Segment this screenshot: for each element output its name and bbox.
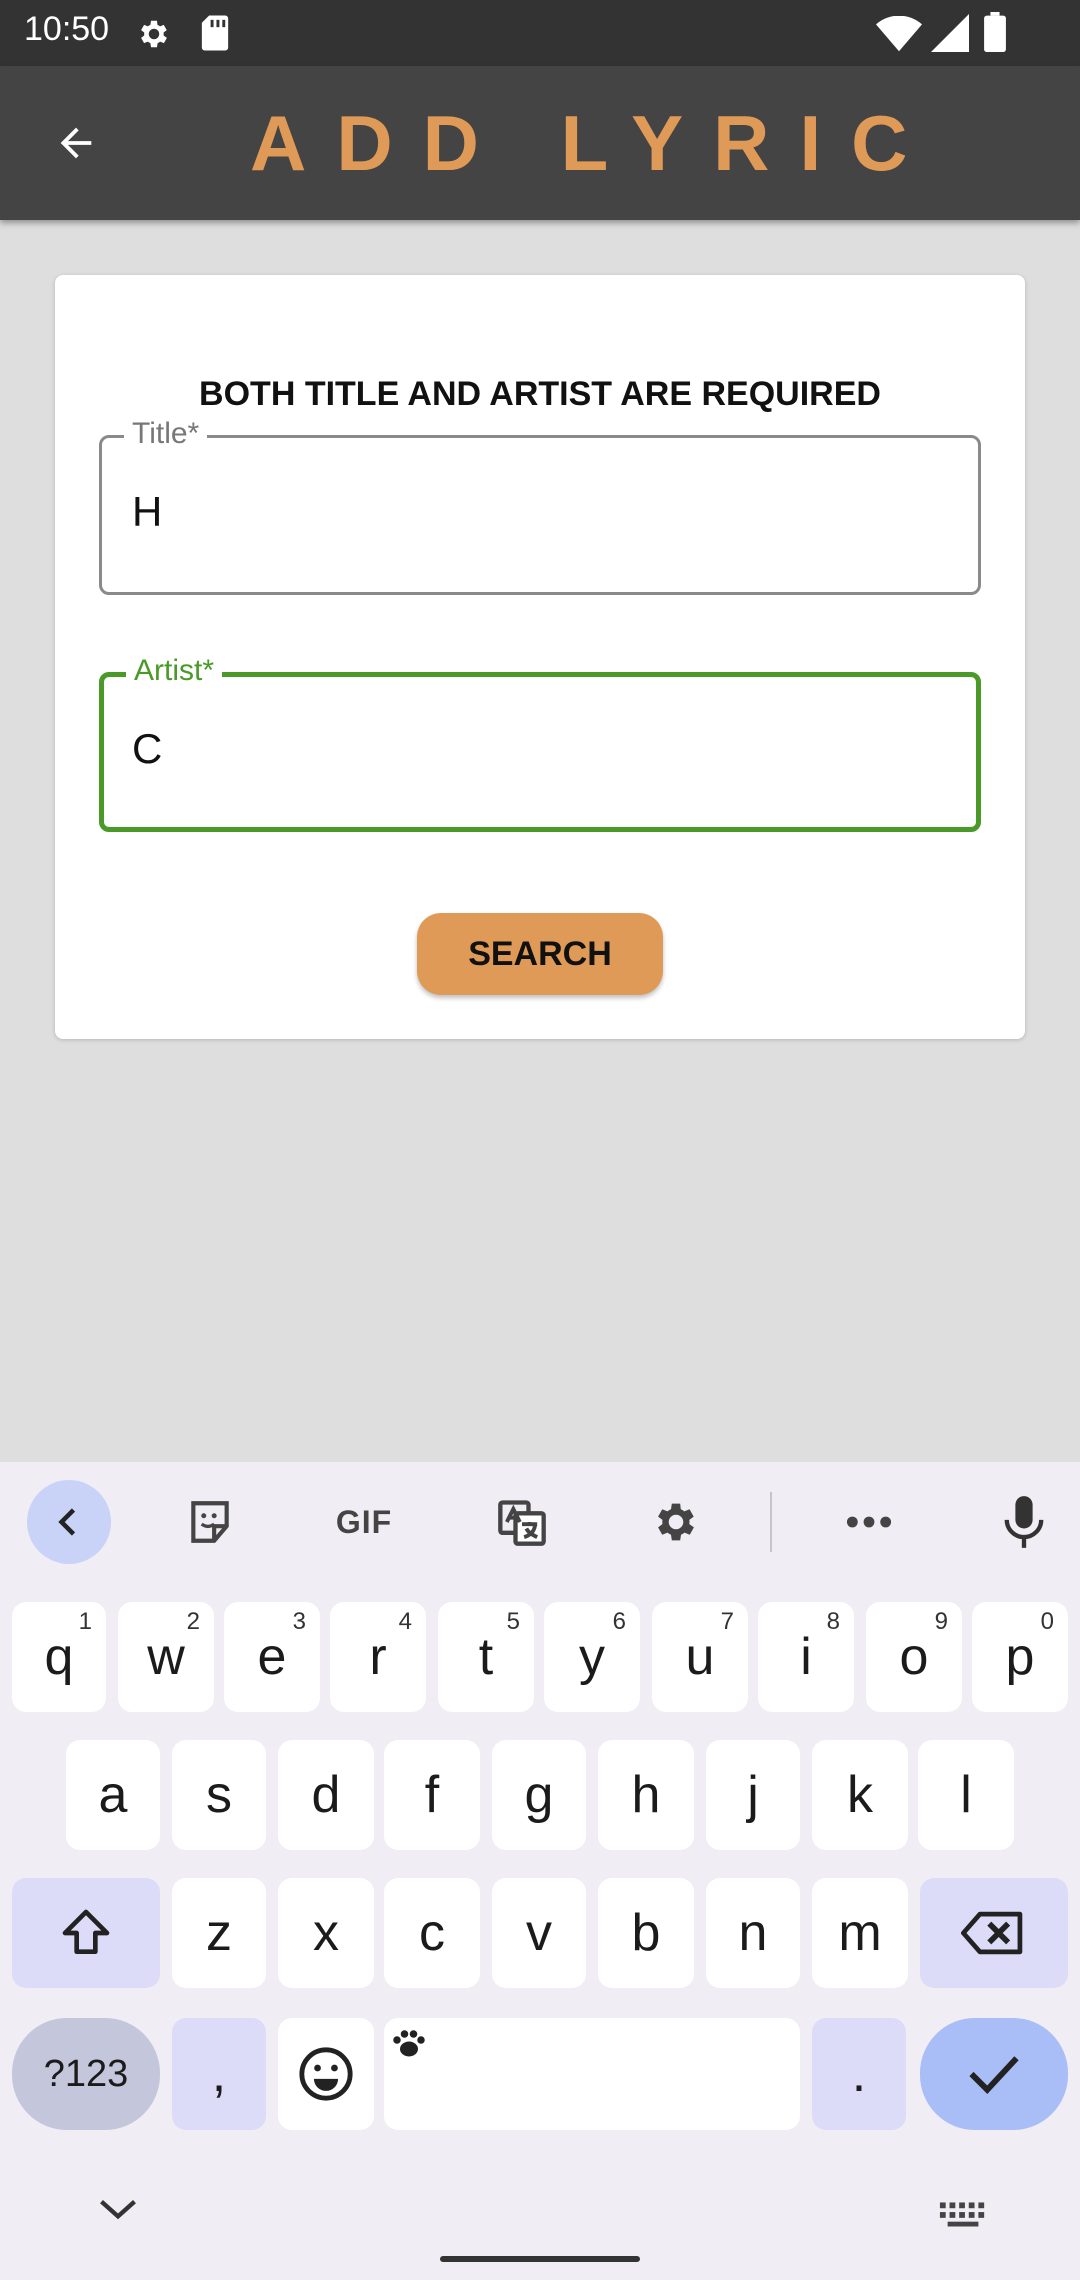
key-d[interactable]: d bbox=[278, 1740, 374, 1850]
key-hint: 2 bbox=[186, 1608, 200, 1635]
navigation-handle[interactable] bbox=[440, 2256, 640, 2262]
key-label: u bbox=[685, 1628, 715, 1686]
title-field-label: Title* bbox=[124, 414, 208, 454]
key-h[interactable]: h bbox=[598, 1740, 694, 1850]
sd-card-icon bbox=[201, 15, 229, 51]
key-hint: 7 bbox=[720, 1608, 734, 1635]
paw-icon bbox=[393, 2030, 425, 2057]
comma-key[interactable]: , bbox=[172, 2018, 266, 2130]
artist-field-label: Artist* bbox=[126, 651, 223, 691]
artist-field[interactable]: Artist* C bbox=[99, 651, 981, 832]
key-v[interactable]: v bbox=[492, 1878, 586, 1988]
key-label: o bbox=[899, 1628, 929, 1686]
artist-input[interactable]: C bbox=[132, 725, 932, 773]
key-hint: 8 bbox=[826, 1608, 840, 1635]
key-label: w bbox=[147, 1628, 185, 1686]
key-a[interactable]: a bbox=[66, 1740, 160, 1850]
key-label: e bbox=[257, 1628, 287, 1686]
keyboard-settings-button[interactable] bbox=[634, 1480, 718, 1564]
chevron-down-icon[interactable] bbox=[96, 2194, 140, 2224]
key-hint: 9 bbox=[934, 1608, 948, 1635]
key-hint: 0 bbox=[1040, 1608, 1054, 1635]
settings-icon bbox=[658, 1503, 694, 1541]
more-icon bbox=[846, 1516, 892, 1528]
key-k[interactable]: k bbox=[812, 1740, 908, 1850]
title-input[interactable]: H bbox=[132, 488, 932, 536]
toolbar-divider bbox=[770, 1492, 772, 1552]
emoji-icon bbox=[299, 2047, 353, 2101]
key-label: y bbox=[579, 1628, 605, 1686]
status-bar: 10:50 bbox=[0, 0, 1080, 66]
key-p[interactable]: p0 bbox=[972, 1602, 1068, 1712]
key-o[interactable]: o9 bbox=[866, 1602, 962, 1712]
check-icon bbox=[969, 2056, 1019, 2094]
add-lyric-form-card: BOTH TITLE AND ARTIST ARE REQUIRED Title… bbox=[55, 275, 1025, 1039]
gif-label: GIF bbox=[335, 1503, 393, 1540]
key-j[interactable]: j bbox=[706, 1740, 800, 1850]
voice-input-button[interactable] bbox=[982, 1480, 1066, 1564]
space-key[interactable] bbox=[384, 2018, 800, 2130]
key-i[interactable]: i8 bbox=[758, 1602, 854, 1712]
key-w[interactable]: w2 bbox=[118, 1602, 214, 1712]
emoji-key[interactable] bbox=[278, 2018, 374, 2130]
keyboard-toolbar: GIF bbox=[0, 1462, 1080, 1582]
translate-icon bbox=[498, 1500, 546, 1546]
key-hint: 6 bbox=[612, 1608, 626, 1635]
key-label: i bbox=[800, 1628, 812, 1686]
key-c[interactable]: c bbox=[384, 1878, 480, 1988]
key-z[interactable]: z bbox=[172, 1878, 266, 1988]
app-bar: ADD LYRIC bbox=[0, 66, 1080, 220]
chevron-left-icon bbox=[58, 1508, 76, 1536]
key-b[interactable]: b bbox=[598, 1878, 694, 1988]
arrow-back-icon bbox=[60, 127, 92, 159]
key-label: r bbox=[369, 1628, 387, 1686]
key-hint: 1 bbox=[78, 1608, 92, 1635]
enter-key[interactable] bbox=[920, 2018, 1068, 2130]
page-title: ADD LYRIC bbox=[250, 99, 938, 187]
key-x[interactable]: x bbox=[278, 1878, 374, 1988]
key-n[interactable]: n bbox=[706, 1878, 800, 1988]
shift-icon bbox=[62, 1909, 110, 1954]
period-key[interactable]: . bbox=[812, 2018, 906, 2130]
signal-icon bbox=[931, 14, 969, 52]
key-g[interactable]: g bbox=[492, 1740, 586, 1850]
sticker-button[interactable] bbox=[168, 1480, 252, 1564]
symbols-key[interactable]: ?123 bbox=[12, 2018, 160, 2130]
key-l[interactable]: l bbox=[918, 1740, 1014, 1850]
key-hint: 3 bbox=[292, 1608, 306, 1635]
key-q[interactable]: q1 bbox=[12, 1602, 106, 1712]
status-time: 10:50 bbox=[24, 10, 110, 48]
key-label: p bbox=[1005, 1628, 1035, 1686]
search-button[interactable]: SEARCH bbox=[417, 913, 663, 995]
key-hint: 4 bbox=[398, 1608, 412, 1635]
gear-icon bbox=[141, 20, 167, 48]
key-label: q bbox=[44, 1628, 74, 1686]
sticker-icon bbox=[191, 1501, 229, 1543]
form-heading: BOTH TITLE AND ARTIST ARE REQUIRED bbox=[199, 375, 881, 413]
translate-button[interactable] bbox=[480, 1480, 564, 1564]
title-field[interactable]: Title* H bbox=[99, 414, 981, 595]
shift-key[interactable] bbox=[12, 1878, 160, 1988]
backspace-key[interactable] bbox=[920, 1878, 1068, 1988]
key-u[interactable]: u7 bbox=[652, 1602, 748, 1712]
wifi-icon bbox=[876, 16, 922, 52]
key-t[interactable]: t5 bbox=[438, 1602, 534, 1712]
battery-icon bbox=[984, 12, 1006, 52]
soft-keyboard: GIF q1 w2 e3 r4 t5 y6 u7 i8 o9 p0 a s d … bbox=[0, 1462, 1080, 2280]
keyboard-switch-icon[interactable] bbox=[938, 2200, 988, 2228]
mic-icon bbox=[1004, 1496, 1044, 1548]
backspace-icon bbox=[961, 1911, 1023, 1955]
keyboard-collapse-button[interactable] bbox=[27, 1480, 111, 1564]
key-s[interactable]: s bbox=[172, 1740, 266, 1850]
key-hint: 5 bbox=[506, 1608, 520, 1635]
key-y[interactable]: y6 bbox=[544, 1602, 640, 1712]
key-m[interactable]: m bbox=[812, 1878, 908, 1988]
key-e[interactable]: e3 bbox=[224, 1602, 320, 1712]
key-label: t bbox=[478, 1628, 494, 1686]
gif-button[interactable]: GIF bbox=[322, 1480, 406, 1564]
more-options-button[interactable] bbox=[827, 1480, 911, 1564]
key-r[interactable]: r4 bbox=[330, 1602, 426, 1712]
key-f[interactable]: f bbox=[384, 1740, 480, 1850]
back-button[interactable] bbox=[36, 110, 116, 176]
